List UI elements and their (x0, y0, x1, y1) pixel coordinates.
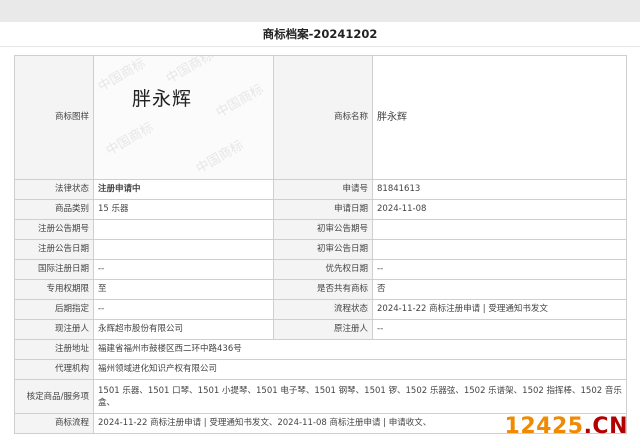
mark-image-text: 胖永辉 (132, 88, 193, 110)
row-label: 注册公告期号 (14, 219, 94, 240)
row-label: 后期指定 (14, 299, 94, 320)
row-label: 注册公告日期 (14, 239, 94, 260)
watermark: 中国商标 (103, 120, 157, 159)
row-value: -- (93, 259, 274, 280)
row-value: 15 乐器 (93, 199, 274, 220)
address-value: 福建省福州市鼓楼区西二环中路436号 (93, 339, 627, 360)
row-value: 2024-11-22 商标注册申请 | 受理通知书发文 (372, 299, 627, 320)
goods-value: 1501 乐器、1501 口琴、1501 小提琴、1501 电子琴、1501 钢… (93, 379, 627, 414)
agency-value: 福州领域进化知识产权有限公司 (93, 359, 627, 380)
row-label: 现注册人 (14, 319, 94, 340)
table-row: 商标图样 中国商标 中国商标 中国商标 中国商标 中国商标 胖永辉 商标名称 胖… (14, 55, 627, 180)
row-label: 法律状态 (14, 179, 94, 200)
legal-status-value: 注册申请中 (93, 179, 274, 200)
row-value: -- (93, 299, 274, 320)
goods-label: 核定商品/服务项 (14, 379, 94, 414)
table-row: 注册地址 福建省福州市鼓楼区西二环中路436号 (14, 339, 627, 360)
trademark-archive-table: 商标图样 中国商标 中国商标 中国商标 中国商标 中国商标 胖永辉 商标名称 胖… (14, 55, 627, 434)
row-value (93, 219, 274, 240)
table-row: 商品类别 15 乐器 申请日期 2024-11-08 (14, 199, 627, 220)
site-watermark-logo: 12425.CN (505, 414, 628, 439)
page-title: 商标档案-20241202 (262, 27, 378, 41)
mark-image: 中国商标 中国商标 中国商标 中国商标 中国商标 胖永辉 (93, 55, 274, 180)
row-value: 至 (93, 279, 274, 300)
title-divider (0, 46, 640, 47)
row-label: 国际注册日期 (14, 259, 94, 280)
agency-label: 代理机构 (14, 359, 94, 380)
table-row: 注册公告期号 初审公告期号 (14, 219, 627, 240)
table-row: 注册公告日期 初审公告日期 (14, 239, 627, 260)
mark-name-value: 胖永辉 (372, 55, 627, 180)
table-row: 代理机构 福州领域进化知识产权有限公司 (14, 359, 627, 380)
watermark: 中国商标 (193, 138, 247, 177)
table-row: 法律状态 注册申请中 申请号 81841613 (14, 179, 627, 200)
row-label: 初审公告日期 (273, 239, 373, 260)
row-value: 2024-11-08 (372, 199, 627, 220)
row-label: 是否共有商标 (273, 279, 373, 300)
row-value (93, 239, 274, 260)
table-row: 专用权期限至是否共有商标否 (14, 279, 627, 300)
address-label: 注册地址 (14, 339, 94, 360)
watermark: 中国商标 (163, 55, 217, 87)
row-value (372, 239, 627, 260)
row-label: 初审公告期号 (273, 219, 373, 240)
row-value: 81841613 (372, 179, 627, 200)
row-value: 否 (372, 279, 627, 300)
row-label: 申请号 (273, 179, 373, 200)
row-label: 申请日期 (273, 199, 373, 220)
watermark: 中国商标 (213, 82, 267, 121)
table-row: 后期指定 -- 流程状态 2024-11-22 商标注册申请 | 受理通知书发文 (14, 299, 627, 320)
row-label: 商品类别 (14, 199, 94, 220)
mark-name-label: 商标名称 (273, 55, 373, 180)
process-label: 商标流程 (14, 413, 94, 434)
row-label: 流程状态 (273, 299, 373, 320)
row-value (372, 219, 627, 240)
row-value: -- (372, 259, 627, 280)
logo-part1: 12425 (504, 414, 584, 439)
table-row: 核定商品/服务项 1501 乐器、1501 口琴、1501 小提琴、1501 电… (14, 379, 627, 414)
mark-image-label: 商标图样 (14, 55, 94, 180)
logo-part2: .CN (583, 414, 628, 439)
row-label: 专用权期限 (14, 279, 94, 300)
table-row: 国际注册日期 -- 优先权日期 -- (14, 259, 627, 280)
row-label: 原注册人 (273, 319, 373, 340)
row-value: -- (372, 319, 627, 340)
table-row: 现注册人 永辉超市股份有限公司 原注册人 -- (14, 319, 627, 340)
row-value: 永辉超市股份有限公司 (93, 319, 274, 340)
row-label: 优先权日期 (273, 259, 373, 280)
